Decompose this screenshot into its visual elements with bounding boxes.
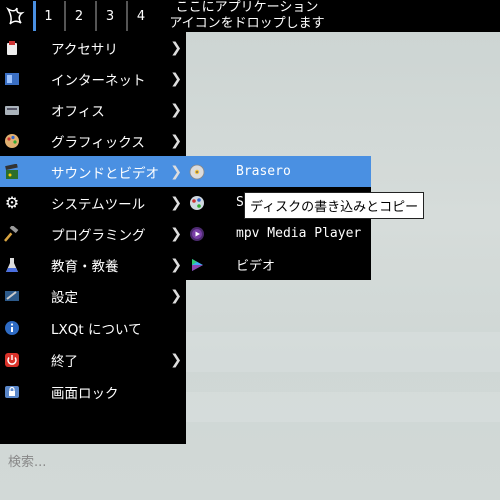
menu-item-sound-video[interactable]: サウンドとビデオ ❯ xyxy=(0,156,186,187)
chevron-right-icon: ❯ xyxy=(170,163,182,180)
menu-item-office[interactable]: オフィス ❯ xyxy=(0,94,186,125)
hammer-icon xyxy=(3,225,21,243)
palette-icon xyxy=(189,195,205,211)
chevron-right-icon: ❯ xyxy=(170,132,182,149)
search-input[interactable]: 検索... xyxy=(0,444,186,476)
submenu-item-mpv[interactable]: mpv Media Player xyxy=(186,218,371,249)
lock-icon xyxy=(3,383,21,401)
menu-item-label: システムツール xyxy=(51,196,146,213)
chevron-right-icon: ❯ xyxy=(170,256,182,273)
chevron-right-icon: ❯ xyxy=(170,39,182,56)
gear-icon: ⚙ xyxy=(4,193,20,212)
wallpaper-band xyxy=(186,392,500,422)
info-icon xyxy=(3,319,21,337)
settings-icon xyxy=(3,287,21,305)
flask-icon xyxy=(3,256,21,274)
menu-item-settings[interactable]: 設定 ❯ xyxy=(0,280,186,311)
workspace-3-button[interactable]: 3 xyxy=(95,1,123,31)
workspace-1-button[interactable]: 1 xyxy=(33,1,61,31)
menu-item-system-tools[interactable]: ⚙ システムツール ❯ xyxy=(0,187,186,218)
menu-item-graphics[interactable]: グラフィックス ❯ xyxy=(0,125,186,156)
workspace-4-button[interactable]: 4 xyxy=(126,1,154,31)
menu-item-label: アクセサリ xyxy=(51,41,118,58)
power-icon xyxy=(3,351,21,369)
submenu-item-label: mpv Media Player xyxy=(236,226,362,241)
accessories-icon xyxy=(3,39,21,57)
chevron-right-icon: ❯ xyxy=(170,101,182,118)
menu-item-label: サウンドとビデオ xyxy=(51,165,159,182)
submenu-item-label: ビデオ xyxy=(236,259,276,274)
menu-item-label: 教育・教養 xyxy=(51,258,119,275)
menu-item-about-lxqt[interactable]: LXQt について xyxy=(0,312,186,343)
graphics-icon xyxy=(3,132,21,150)
lxqt-logo-icon xyxy=(6,7,25,25)
main-menu-button[interactable] xyxy=(0,0,30,32)
mpv-icon xyxy=(189,226,205,242)
menu-item-label: 終了 xyxy=(51,353,78,370)
submenu-item-label: Brasero xyxy=(236,164,291,179)
menu-item-label: LXQt について xyxy=(51,321,142,338)
menu-item-programming[interactable]: プログラミング ❯ xyxy=(0,218,186,249)
multimedia-icon xyxy=(3,163,21,181)
menu-item-label: インターネット xyxy=(51,72,146,89)
video-play-icon xyxy=(189,257,205,273)
submenu-item-brasero[interactable]: Brasero xyxy=(186,156,371,187)
menu-item-label: オフィス xyxy=(51,103,105,120)
menu-item-lock-screen[interactable]: 画面ロック xyxy=(0,376,186,407)
menu-item-exit[interactable]: 終了 ❯ xyxy=(0,344,186,375)
internet-icon xyxy=(3,70,21,88)
submenu-item-video[interactable]: ビデオ xyxy=(186,249,371,280)
application-menu: アクセサリ ❯ インターネット ❯ オフィス ❯ グラフィックス ❯ サウンドと… xyxy=(0,32,186,470)
menu-item-internet[interactable]: インターネット ❯ xyxy=(0,63,186,94)
chevron-right-icon: ❯ xyxy=(170,287,182,304)
menu-item-label: プログラミング xyxy=(51,227,146,244)
taskbar-drop-area[interactable]: ここにアプリケーション アイコンをドロップします xyxy=(162,0,332,32)
chevron-right-icon: ❯ xyxy=(170,70,182,87)
disc-icon xyxy=(189,164,205,180)
menu-item-label: グラフィックス xyxy=(51,134,145,151)
top-panel: 1 2 3 4 ここにアプリケーション アイコンをドロップします xyxy=(0,0,500,32)
task-hint-line1: ここにアプリケーション xyxy=(175,0,319,15)
task-hint-line2: アイコンをドロップします xyxy=(169,16,325,31)
submenu-item-label: S xyxy=(236,195,244,210)
workspace-2-button[interactable]: 2 xyxy=(64,1,92,31)
wallpaper-band xyxy=(186,332,500,372)
menu-item-education[interactable]: 教育・教養 ❯ xyxy=(0,249,186,280)
menu-item-accessories[interactable]: アクセサリ ❯ xyxy=(0,32,186,63)
chevron-right-icon: ❯ xyxy=(170,351,182,368)
chevron-right-icon: ❯ xyxy=(170,225,182,242)
office-icon xyxy=(3,101,21,119)
menu-item-label: 設定 xyxy=(51,289,78,306)
menu-item-label: 画面ロック xyxy=(51,385,119,402)
chevron-right-icon: ❯ xyxy=(170,194,182,211)
brasero-tooltip: ディスクの書き込みとコピー xyxy=(244,192,425,219)
